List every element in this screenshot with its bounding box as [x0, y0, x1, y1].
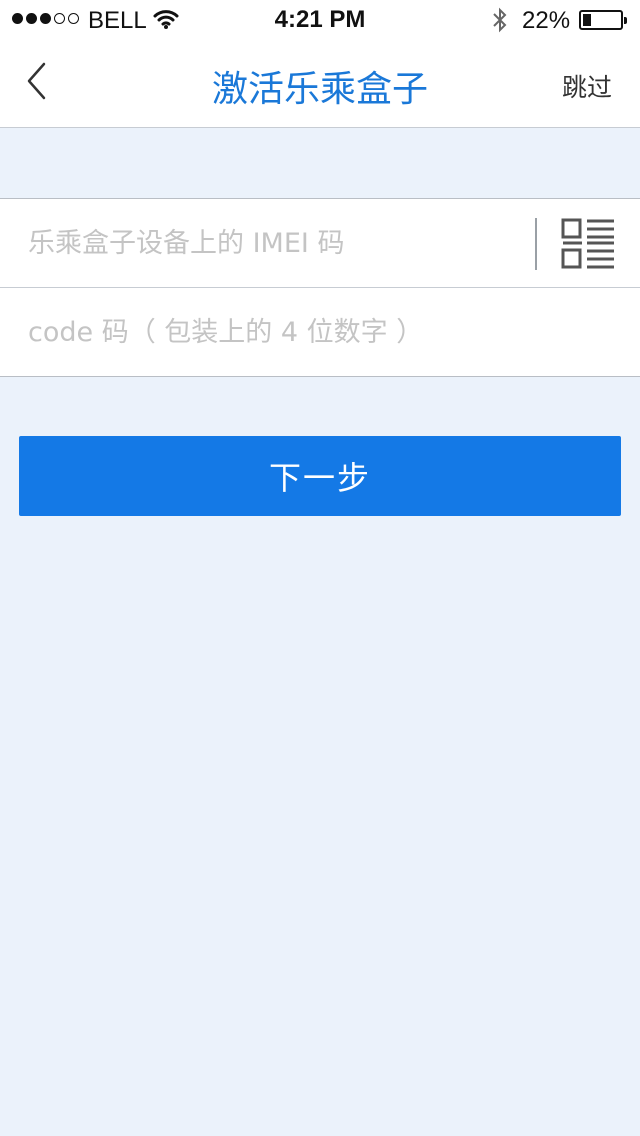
field-divider [535, 218, 537, 270]
activation-form [0, 198, 640, 377]
page-title: 激活乐乘盒子 [211, 69, 428, 110]
battery-icon [579, 10, 627, 30]
screen: BELL 4:21 PM 22% 激活乐乘盒子 跳过 乐乘盒子设备上的 IMEI… [0, 0, 640, 1136]
navigation-bar: 激活乐乘盒子 跳过 [0, 40, 640, 128]
battery-percent: 22% [522, 7, 571, 34]
next-button[interactable]: 下一步 [19, 436, 621, 516]
imei-row [0, 199, 640, 288]
status-bar: BELL 4:21 PM 22% [0, 0, 640, 40]
code-row [0, 288, 640, 377]
imei-input[interactable] [28, 199, 518, 287]
scan-qr-button[interactable] [560, 217, 616, 271]
skip-button[interactable]: 跳过 [562, 68, 612, 104]
qr-code-icon [561, 218, 614, 269]
bluetooth-icon [490, 6, 510, 41]
code-input[interactable] [28, 288, 608, 376]
